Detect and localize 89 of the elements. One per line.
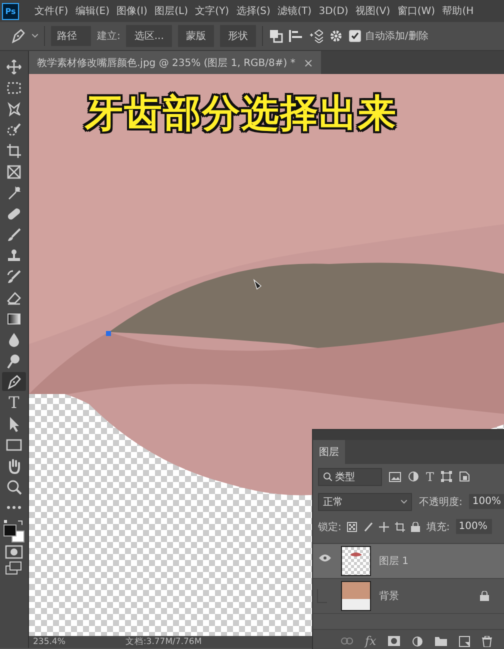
quick-select-brush-icon [6,122,22,138]
drop-icon [6,332,22,348]
filter-type-dropdown[interactable]: 类型 [318,468,382,486]
make-button[interactable]: 形状 [220,25,256,47]
menu-item[interactable]: 编辑(E) [72,4,114,18]
stamp-icon [6,248,22,264]
lollipop-icon [6,352,22,368]
rectangle-icon [6,436,22,452]
menu-item[interactable]: 文件(F) [31,4,72,18]
adjustment-filter-icon [408,471,419,482]
move-arrows-icon [6,58,22,74]
eyedropper-icon [6,184,22,200]
lasso-icon [6,100,22,116]
lips-thumbnail-icon [350,552,362,557]
menu-item[interactable]: 视图(V) [352,4,394,18]
link-icon [341,637,353,645]
menu-item[interactable]: 窗口(W) [394,4,439,18]
mode-dropdown[interactable]: 路径 [51,26,91,46]
zoom-level[interactable]: 235.4% [33,637,66,647]
menu-item[interactable]: 文字(Y) [192,4,233,18]
make-button[interactable]: 蒙版 [178,25,214,47]
make-button[interactable]: 选区... [126,25,172,47]
gradient-icon [6,310,22,326]
document-size: 文档:3.77M/7.76M [125,636,202,648]
gear-settings-icon [328,29,343,43]
screen-mode-icon [5,561,23,575]
artboard-lock-icon [395,522,406,532]
opacity-field[interactable]: 100% [469,494,504,509]
lock-icon [411,522,420,532]
lock-pixels-icon [347,522,358,532]
layers-tab[interactable]: 图层 [313,440,345,464]
pen-cursor-icon [253,278,262,290]
close-tab-button[interactable]: × [303,56,314,70]
menu-item[interactable]: 滤镜(T) [274,4,316,18]
crop-icon [6,142,22,158]
layer-style-button[interactable]: fx [365,634,376,648]
caret-icon [32,34,38,38]
hand-icon [6,458,22,474]
menu-item[interactable]: 图层(L) [151,4,192,18]
color-swatches-icon [3,519,25,543]
layer-row[interactable]: 图层 1 [313,544,504,579]
caption-text: 牙齿部分选择出来 [85,90,397,137]
type-tool-button[interactable]: T [2,393,26,412]
pen-tool-button[interactable] [2,372,26,391]
dashed-rectangle-icon [6,80,22,96]
menu-item[interactable]: 选择(S) [232,4,274,18]
pen-icon [10,28,26,44]
shape-filter-icon [441,471,452,482]
quick-mask-icon [5,545,23,559]
check-icon [350,32,359,40]
layer-name: 图层 1 [379,555,410,568]
path-arrangement-icon [308,29,323,43]
brush-icon [6,226,22,242]
menu-item[interactable]: 帮助(H [438,4,478,18]
caret-icon [401,500,407,504]
smart-object-filter-icon [459,471,470,482]
new-layer-icon [459,636,470,646]
lock-label: 锁定: [318,520,342,534]
more-dots-icon [7,506,21,509]
pen-icon [6,374,22,390]
layer-name: 背景 [379,590,400,603]
eye-icon [318,554,332,562]
brush-lock-icon [363,522,374,532]
eraser-icon [6,290,22,306]
menu-item[interactable]: 3D(D) [315,6,352,16]
document-tab[interactable]: 教学素材修改嘴唇颜色.jpg @ 235% (图层 1, RGB/8#) * × [29,51,322,74]
crossed-frame-icon [6,164,22,180]
path-alignment-icon [288,29,303,43]
photo-thumbnail [341,581,371,611]
search-icon [323,472,332,481]
mask-icon [388,636,400,646]
path-operations-icon [268,29,283,43]
fill-field[interactable]: 100% [456,519,492,534]
menu-item[interactable]: 图像(I) [113,4,152,18]
type-filter-icon[interactable]: T [426,470,434,484]
move-lock-icon [379,522,390,532]
trash-icon [482,636,492,646]
make-label: 建立: [97,30,120,43]
layer-row[interactable]: 背景 [313,579,504,614]
auto-add-delete-checkbox[interactable]: 自动添加/删除 [348,29,428,43]
fill-label: 填充: [426,520,450,534]
image-filter-icon [389,472,401,482]
app-logo[interactable]: Ps [2,2,19,20]
magnifier-icon [6,478,22,494]
adjustment-layer-icon [412,636,424,646]
blend-mode-dropdown[interactable]: 正常 [318,492,412,510]
history-brush-icon [6,268,22,284]
opacity-label: 不透明度: [419,496,462,508]
document-title: 教学素材修改嘴唇颜色.jpg @ 235% (图层 1, RGB/8#) * [37,56,296,70]
